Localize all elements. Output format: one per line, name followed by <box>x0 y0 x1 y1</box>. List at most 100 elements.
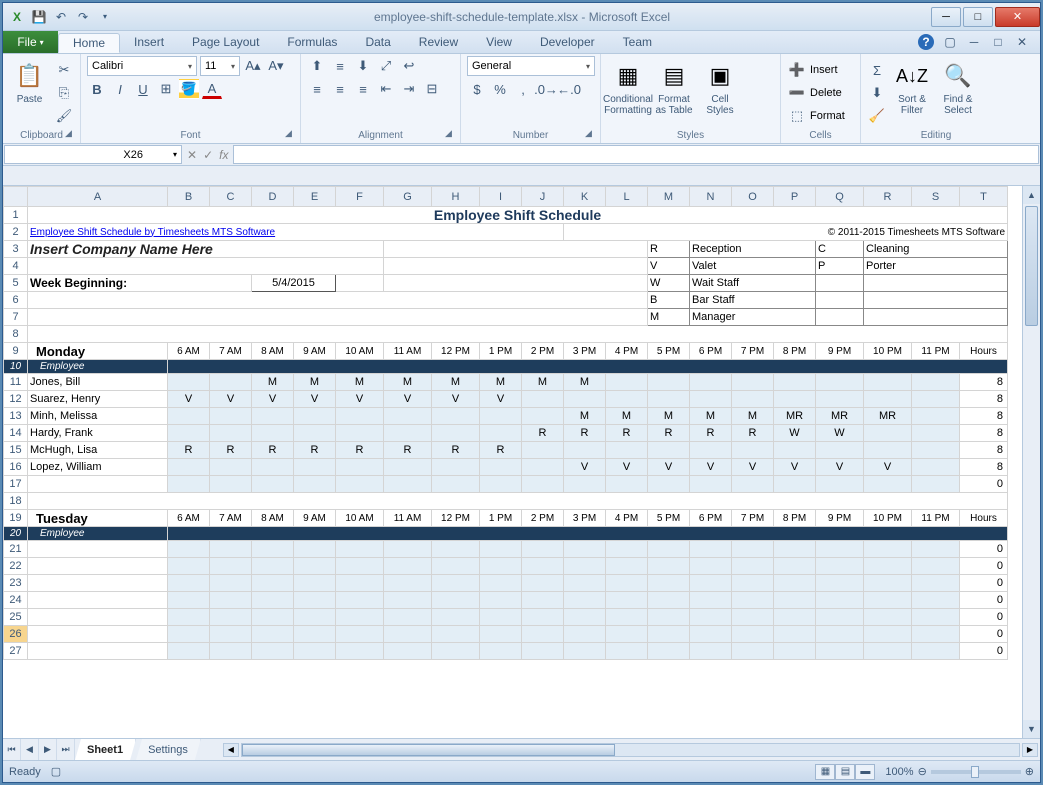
cell[interactable] <box>606 592 648 609</box>
cell[interactable]: 9 AM <box>294 343 336 360</box>
cell[interactable]: Reception <box>690 241 816 258</box>
cell[interactable] <box>864 309 1008 326</box>
cell[interactable] <box>522 592 564 609</box>
cell[interactable] <box>432 476 480 493</box>
row-header[interactable]: 19 <box>4 510 28 527</box>
cell[interactable]: 7 AM <box>210 343 252 360</box>
cell[interactable]: V <box>864 459 912 476</box>
cell[interactable] <box>606 609 648 626</box>
cell[interactable] <box>912 459 960 476</box>
align-bottom-icon[interactable]: ⬇ <box>353 56 373 76</box>
cell[interactable]: 0 <box>960 558 1008 575</box>
col-header[interactable]: S <box>912 187 960 207</box>
cell[interactable] <box>384 459 432 476</box>
cell[interactable]: 5/4/2015 <box>252 275 336 292</box>
cell[interactable]: Valet <box>690 258 816 275</box>
cell[interactable] <box>432 626 480 643</box>
cell[interactable] <box>690 558 732 575</box>
cell[interactable] <box>606 558 648 575</box>
italic-button[interactable]: I <box>110 79 130 99</box>
cell[interactable] <box>252 425 294 442</box>
cell[interactable] <box>168 408 210 425</box>
cell[interactable] <box>336 408 384 425</box>
cell[interactable] <box>522 643 564 660</box>
cell[interactable] <box>384 609 432 626</box>
cell[interactable] <box>690 575 732 592</box>
cell[interactable]: R <box>336 442 384 459</box>
cell[interactable]: 9 AM <box>294 510 336 527</box>
increase-decimal-icon[interactable]: .0→ <box>536 79 556 99</box>
cell[interactable] <box>816 626 864 643</box>
cell[interactable] <box>774 575 816 592</box>
row-header[interactable]: 21 <box>4 541 28 558</box>
cell[interactable]: 1 PM <box>480 343 522 360</box>
cell[interactable]: 6 PM <box>690 343 732 360</box>
bold-button[interactable]: B <box>87 79 107 99</box>
cell[interactable]: 8 <box>960 442 1008 459</box>
cell[interactable] <box>384 592 432 609</box>
cell[interactable] <box>564 391 606 408</box>
cell[interactable] <box>28 326 1008 343</box>
cell[interactable]: V <box>480 391 522 408</box>
grow-font-icon[interactable]: A▴ <box>243 56 263 76</box>
cell[interactable]: MR <box>774 408 816 425</box>
cell[interactable]: Bar Staff <box>690 292 816 309</box>
cell[interactable] <box>28 292 648 309</box>
col-header[interactable]: D <box>252 187 294 207</box>
cell[interactable] <box>432 541 480 558</box>
cell[interactable] <box>168 626 210 643</box>
cell[interactable] <box>252 541 294 558</box>
wrap-text-icon[interactable]: ↩ <box>399 56 419 76</box>
cell[interactable] <box>774 442 816 459</box>
cell[interactable] <box>384 643 432 660</box>
cell[interactable] <box>690 391 732 408</box>
cut-icon[interactable]: ✂ <box>54 60 74 80</box>
col-header[interactable]: N <box>690 187 732 207</box>
row-header[interactable]: 27 <box>4 643 28 660</box>
cell[interactable] <box>28 575 168 592</box>
row-header[interactable]: 3 <box>4 241 28 258</box>
clipboard-launcher-icon[interactable]: ◢ <box>65 128 77 140</box>
cell[interactable] <box>28 541 168 558</box>
cell[interactable]: 8 <box>960 391 1008 408</box>
zoom-level[interactable]: 100% <box>885 766 913 778</box>
cell[interactable] <box>864 558 912 575</box>
cell[interactable] <box>168 609 210 626</box>
cell[interactable]: V <box>732 459 774 476</box>
align-center-icon[interactable]: ≡ <box>330 79 350 99</box>
cell[interactable] <box>648 442 690 459</box>
cell[interactable] <box>864 626 912 643</box>
cell[interactable] <box>336 541 384 558</box>
cell[interactable] <box>648 558 690 575</box>
tab-data[interactable]: Data <box>351 31 404 53</box>
align-right-icon[interactable]: ≡ <box>353 79 373 99</box>
row-header[interactable]: 20 <box>4 527 28 541</box>
row-header[interactable]: 4 <box>4 258 28 275</box>
cell[interactable] <box>522 541 564 558</box>
cell[interactable]: Hardy, Frank <box>28 425 168 442</box>
cell[interactable] <box>732 575 774 592</box>
cell[interactable] <box>252 476 294 493</box>
cell[interactable] <box>774 592 816 609</box>
cell[interactable]: R <box>690 425 732 442</box>
cell[interactable] <box>732 541 774 558</box>
cell[interactable]: 11 AM <box>384 510 432 527</box>
name-box[interactable]: X26▾ <box>4 145 182 164</box>
cell[interactable] <box>252 558 294 575</box>
cell[interactable] <box>648 643 690 660</box>
cell[interactable]: McHugh, Lisa <box>28 442 168 459</box>
cell[interactable]: M <box>480 374 522 391</box>
indent-increase-icon[interactable]: ⇥ <box>399 79 419 99</box>
insert-cells-button[interactable]: ➕Insert <box>787 60 845 80</box>
cell[interactable] <box>564 575 606 592</box>
cell-styles-button[interactable]: ▣Cell Styles <box>699 56 741 116</box>
cell[interactable]: B <box>648 292 690 309</box>
scroll-thumb[interactable] <box>1025 206 1038 326</box>
cell[interactable] <box>384 575 432 592</box>
cell[interactable]: V <box>336 391 384 408</box>
row-header[interactable]: 24 <box>4 592 28 609</box>
cell[interactable] <box>480 626 522 643</box>
cell[interactable]: 4 PM <box>606 510 648 527</box>
cell[interactable]: V <box>432 391 480 408</box>
cell[interactable]: Employee Shift Schedule by Timesheets MT… <box>28 224 564 241</box>
